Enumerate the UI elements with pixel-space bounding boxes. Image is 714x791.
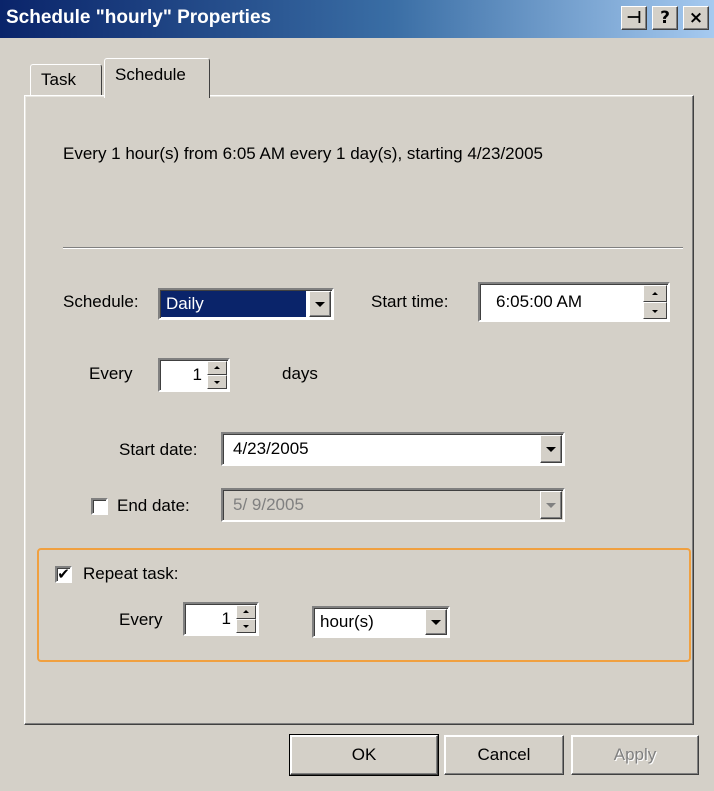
spin-up-icon[interactable] bbox=[207, 361, 227, 375]
repeat-unit-dropdown-button[interactable] bbox=[425, 609, 447, 635]
close-button[interactable]: × bbox=[683, 6, 709, 30]
start-date-value: 4/23/2005 bbox=[233, 439, 309, 458]
window-title: Schedule "hourly" Properties bbox=[6, 7, 272, 28]
repeat-every-label: Every bbox=[119, 610, 163, 629]
end-date-checkbox[interactable] bbox=[91, 498, 108, 515]
start-date-dropdown-button[interactable] bbox=[540, 435, 562, 463]
schedule-dropdown-button[interactable] bbox=[309, 291, 331, 317]
every-days-spinner[interactable] bbox=[207, 361, 227, 389]
schedule-panel: Every 1 hour(s) from 6:05 AM every 1 day… bbox=[24, 95, 694, 725]
start-time-field[interactable]: 6:05:00 AM bbox=[478, 282, 670, 322]
close-icon: × bbox=[688, 8, 704, 28]
schedule-label: Schedule: bbox=[63, 292, 139, 311]
start-time-label: Start time: bbox=[371, 292, 449, 311]
end-date-value: 5/ 9/2005 bbox=[233, 495, 304, 514]
every-days-unit: days bbox=[282, 364, 318, 383]
repeat-unit-select[interactable]: hour(s) bbox=[312, 606, 450, 638]
repeat-unit-value: hour(s) bbox=[320, 612, 374, 631]
schedule-value: Daily bbox=[166, 294, 204, 313]
cancel-button[interactable]: Cancel bbox=[444, 735, 564, 775]
repeat-every-value: 1 bbox=[221, 609, 231, 628]
tab-schedule[interactable]: Schedule bbox=[104, 58, 210, 98]
tab-task-label: Task bbox=[41, 70, 76, 89]
end-date-picker[interactable]: 5/ 9/2005 bbox=[221, 488, 565, 522]
every-days-stepper[interactable]: 1 bbox=[158, 358, 230, 392]
ok-button[interactable]: OK bbox=[289, 734, 439, 776]
start-date-label: Start date: bbox=[119, 440, 198, 459]
pin-button[interactable]: ⊣ bbox=[621, 6, 647, 30]
help-icon: ? bbox=[660, 8, 670, 28]
spin-down-icon[interactable] bbox=[236, 619, 256, 633]
start-time-spinner[interactable] bbox=[643, 285, 667, 319]
every-days-label: Every bbox=[89, 364, 133, 383]
repeat-every-stepper[interactable]: 1 bbox=[183, 602, 259, 636]
apply-button[interactable]: Apply bbox=[571, 735, 699, 775]
end-date-dropdown-button[interactable] bbox=[540, 491, 562, 519]
repeat-task-checkbox[interactable]: ✔ bbox=[55, 566, 72, 583]
title-bar: Schedule "hourly" Properties ⊣ ? × bbox=[0, 0, 714, 38]
pin-icon: ⊣ bbox=[626, 8, 642, 28]
start-time-value: 6:05:00 AM bbox=[496, 292, 583, 311]
checkmark-icon: ✔ bbox=[57, 565, 70, 583]
repeat-task-label: Repeat task: bbox=[83, 564, 179, 583]
end-date-label: End date: bbox=[117, 496, 190, 515]
spin-down-icon[interactable] bbox=[207, 375, 227, 389]
start-date-picker[interactable]: 4/23/2005 bbox=[221, 432, 565, 466]
every-days-value: 1 bbox=[192, 365, 202, 384]
spin-down-icon[interactable] bbox=[643, 302, 667, 319]
spin-up-icon[interactable] bbox=[236, 605, 256, 619]
schedule-select[interactable]: Daily bbox=[158, 288, 334, 320]
tab-schedule-label: Schedule bbox=[115, 65, 186, 84]
tab-task[interactable]: Task bbox=[30, 64, 102, 96]
spin-up-icon[interactable] bbox=[643, 285, 667, 302]
schedule-summary: Every 1 hour(s) from 6:05 AM every 1 day… bbox=[63, 144, 543, 163]
repeat-every-spinner[interactable] bbox=[236, 605, 256, 633]
separator bbox=[63, 247, 683, 249]
help-button[interactable]: ? bbox=[652, 6, 678, 30]
